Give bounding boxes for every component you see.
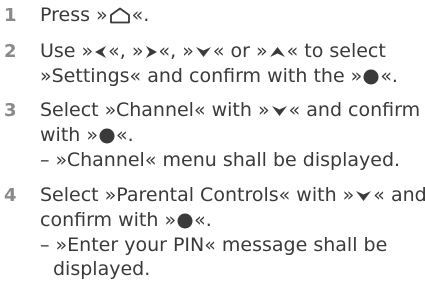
step-4-line-2-after: «. <box>194 209 212 231</box>
step-4-line-1: Select »Parental Controls« with » « and <box>40 183 425 207</box>
arrow-right-icon <box>145 45 158 59</box>
step-2-line-2: »Settings« and confirm with the » «. <box>40 64 398 88</box>
step-2-text-d: « or » <box>212 40 268 62</box>
step-1-text-before: Press » <box>40 4 108 26</box>
step-2-text-b: «, » <box>108 40 144 62</box>
step-1-line-1: Press » «. <box>40 3 149 27</box>
step-4-text-after: « and <box>373 184 425 206</box>
step-number-2: 2 <box>4 41 17 62</box>
ok-button-icon <box>363 69 379 85</box>
step-3-line-2: with » «. <box>40 123 134 147</box>
arrow-left-icon <box>94 45 107 59</box>
step-4-note-line-2: displayed. <box>53 258 151 280</box>
arrow-up-icon <box>269 46 286 58</box>
step-1-text-after: «. <box>131 4 150 26</box>
step-number-3: 3 <box>4 100 17 121</box>
step-3-text-before: Select »Channel« with » <box>40 99 270 121</box>
ok-button-icon <box>99 128 115 144</box>
step-number-4: 4 <box>4 185 17 206</box>
step-3-line-2-before: with » <box>40 124 98 146</box>
step-4-line-2: confirm with » «. <box>40 208 212 232</box>
arrow-down-icon <box>271 105 288 117</box>
step-3-note: – »Channel« menu shall be displayed. <box>40 149 401 171</box>
step-3-line-2-after: «. <box>115 124 134 146</box>
step-2-line-1: Use » «, » «, » « or » « to select <box>40 39 386 63</box>
step-2-text-c: «, » <box>158 40 194 62</box>
step-2-text-e: « to select <box>286 40 386 62</box>
ok-button-icon <box>177 213 193 229</box>
home-icon <box>109 7 131 24</box>
arrow-down-icon <box>355 190 372 202</box>
step-number-1: 1 <box>4 5 17 26</box>
step-2-line-2-before: »Settings« and confirm with the » <box>40 65 363 87</box>
step-2-line-2-after: «. <box>380 65 398 87</box>
step-4-line-2-before: confirm with » <box>40 209 177 231</box>
instruction-page: 1 Press » «. 2 Use » «, » «, » « or » « to se… <box>0 0 425 303</box>
step-2-text-a: Use » <box>40 40 94 62</box>
step-3-text-after: « and confirm <box>288 99 421 121</box>
arrow-down-icon <box>195 46 212 58</box>
step-3-line-1: Select »Channel« with » « and confirm <box>40 98 420 122</box>
step-4-text-before: Select »Parental Controls« with » <box>40 184 355 206</box>
step-4-note-line-1: – »Enter your PIN« message shall be <box>40 234 388 256</box>
